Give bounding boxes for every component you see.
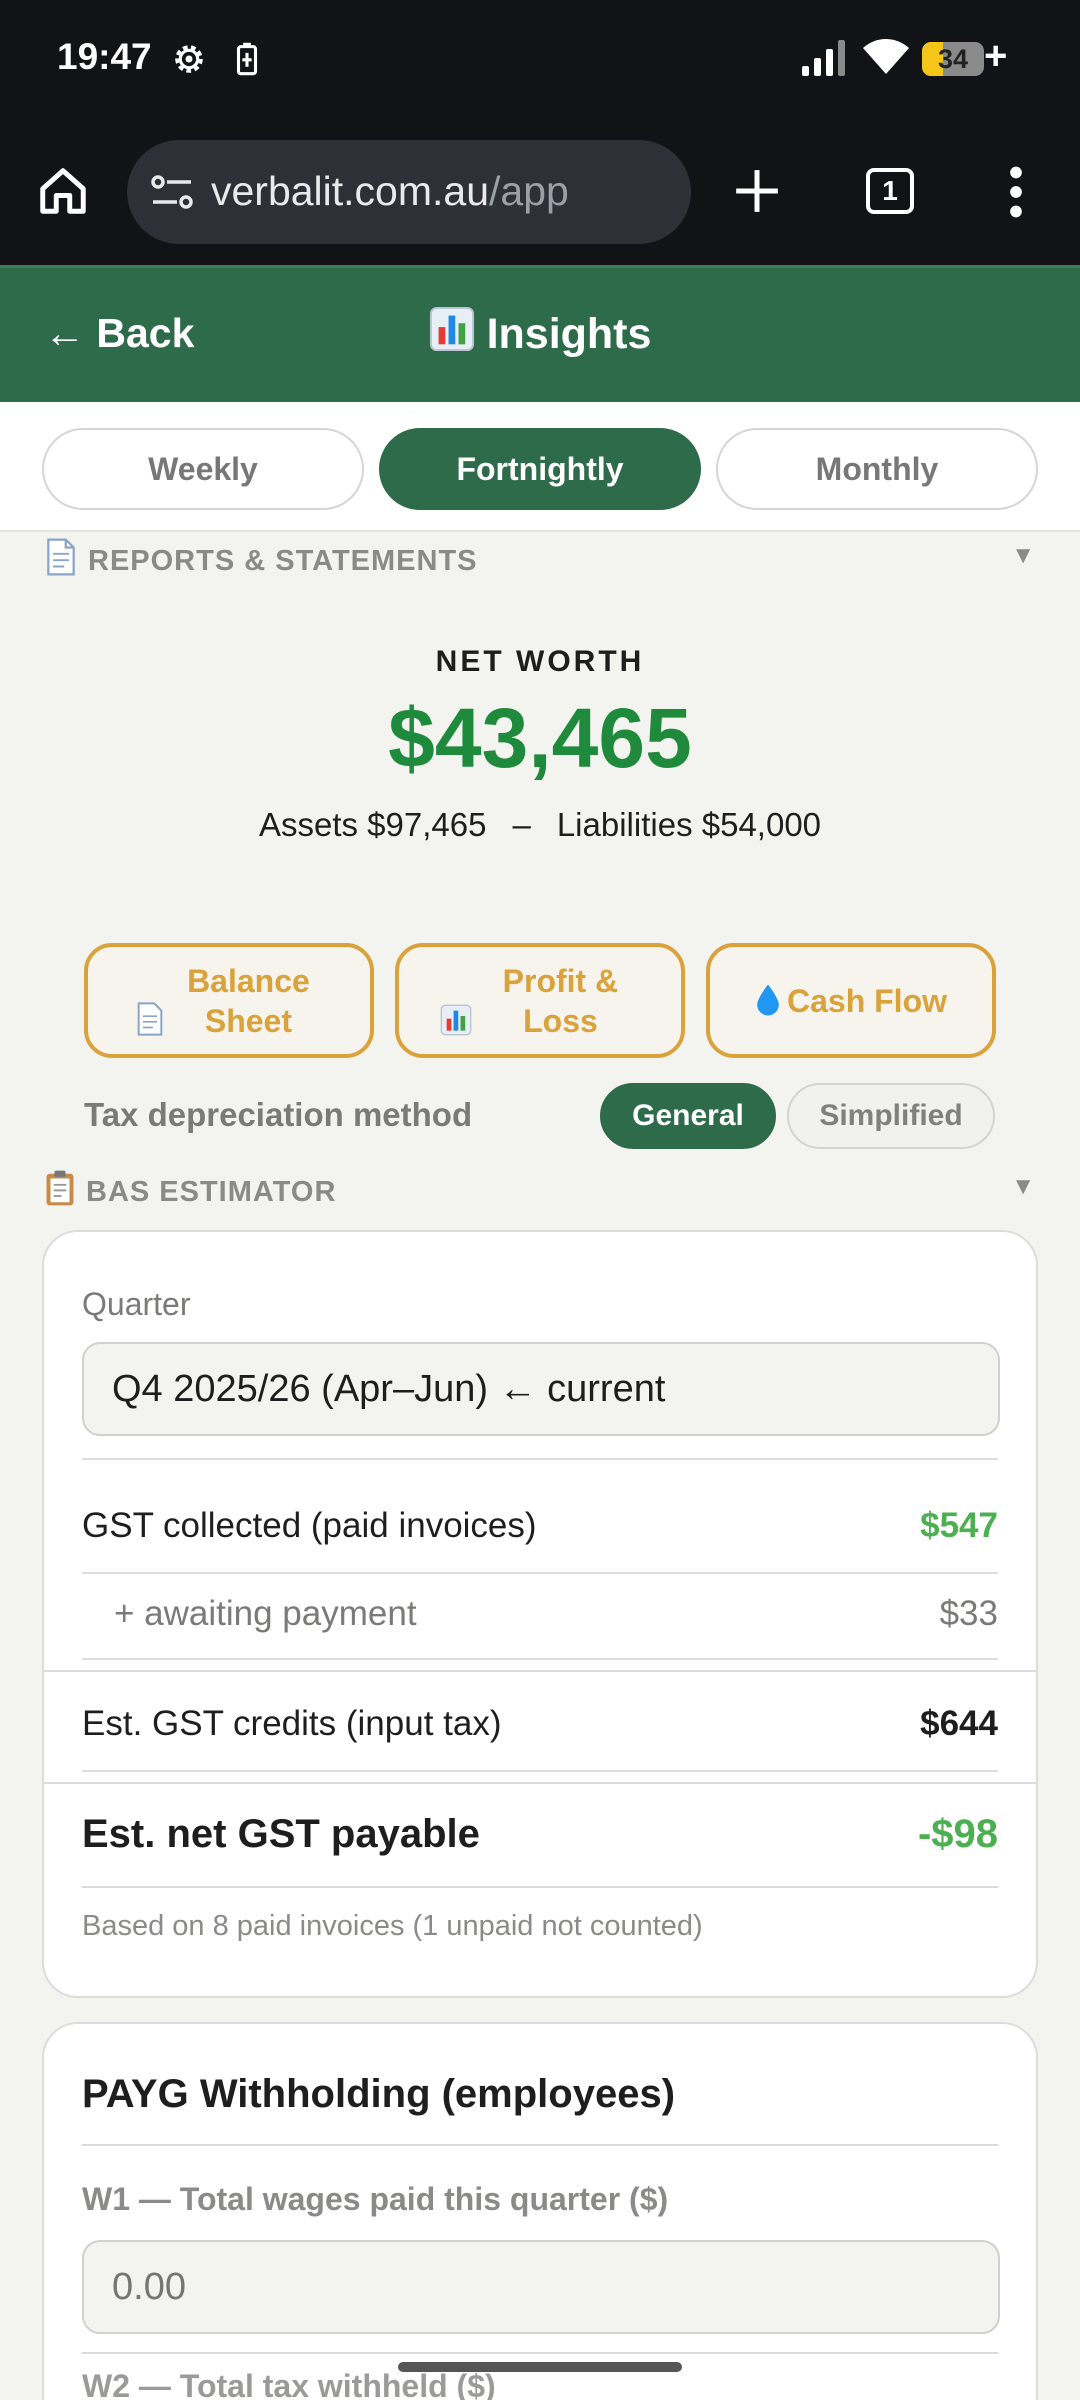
battery-level: 34 [937,44,969,74]
gst-credits-value: $644 [920,1704,998,1743]
address-bar[interactable]: verbalit.com.au/app [127,140,691,244]
profit-loss-button-content: Profit & Loss [440,961,641,1041]
cash-flow-button-content: Cash Flow [755,981,947,1021]
url-path: /app [489,168,569,214]
url-text[interactable]: verbalit.com.au/app [211,168,569,215]
new-tab-plus-icon[interactable] [732,166,782,216]
wifi-icon [863,39,909,74]
status-bar: 19:47 34 + [0,0,1080,118]
page-title-text: Insights [486,310,652,358]
breakdown-separator: – [512,806,531,843]
divider [82,1658,998,1660]
url-host: verbalit.com.au [211,168,490,214]
balance-sheet-button[interactable]: Balance Sheet [84,943,374,1058]
gst-credits-label: Est. GST credits (input tax) [82,1704,502,1743]
gesture-home-bar[interactable] [398,2362,682,2372]
period-tabs: Weekly Fortnightly Monthly [0,402,1080,532]
w1-wages-input[interactable] [82,2240,1000,2334]
droplet-icon [757,984,779,1015]
profit-loss-button[interactable]: Profit & Loss [395,943,685,1058]
payg-title: PAYG Withholding (employees) [82,2072,676,2116]
bas-section-title: BAS ESTIMATOR [86,1176,337,1208]
divider [82,1770,998,1772]
divider [44,1670,1036,1672]
more-menu-icon[interactable] [1003,166,1029,218]
net-gst-value: -$98 [917,1812,998,1856]
tax-method-label: Tax depreciation method [84,1096,473,1133]
bar-chart-icon [429,306,474,352]
w2-label: W2 — Total tax withheld ($) [82,2368,496,2400]
awaiting-payment-label: + awaiting payment [114,1594,417,1633]
gst-collected-value: $547 [920,1506,998,1545]
clipboard-icon [46,1170,74,1206]
cash-flow-label: Cash Flow [786,982,947,1019]
divider [82,2352,998,2354]
browser-toolbar: verbalit.com.au/app 1 [0,118,1080,265]
quarter-select[interactable]: Q4 2025/26 (Apr–Jun) ← current [82,1342,1000,1436]
reports-section-header[interactable]: REPORTS & STATEMENTS ▼ [44,538,1036,582]
payg-card: PAYG Withholding (employees) W1 — Total … [42,2022,1038,2400]
site-settings-icon[interactable] [149,172,195,212]
status-time: 19:47 [57,36,152,77]
document-icon [137,1001,162,1036]
balance-sheet-label: Balance Sheet [187,962,310,1039]
battery-icon: 34 [922,42,984,76]
bas-estimator-card: Quarter Q4 2025/26 (Apr–Jun) ← current G… [42,1230,1038,1998]
gst-collected-label: GST collected (paid invoices) [82,1506,537,1545]
home-icon[interactable] [36,164,90,218]
assets-total: Assets $97,465 [258,806,487,843]
divider [44,1782,1036,1784]
reports-section-title: REPORTS & STATEMENTS [88,545,478,577]
cash-flow-button[interactable]: Cash Flow [706,943,996,1058]
balance-sheet-button-content: Balance Sheet [135,961,324,1041]
quarter-label: Quarter [82,1286,191,1322]
net-worth-label: NET WORTH [435,645,645,678]
document-icon [47,538,75,576]
liabilities-total: Liabilities $54,000 [556,806,822,843]
w1-label: W1 — Total wages paid this quarter ($) [82,2181,669,2217]
bar-chart-icon [440,1004,471,1035]
tab-weekly[interactable]: Weekly [42,428,364,510]
awaiting-payment-value: $33 [939,1594,998,1633]
chevron-down-icon[interactable]: ▼ [1011,1173,1036,1201]
tax-method-general[interactable]: General [600,1083,776,1149]
profit-loss-label: Profit & Loss [502,962,619,1039]
tax-method-simplified[interactable]: Simplified [787,1083,995,1149]
divider [82,2144,998,2146]
net-worth-breakdown: Assets $97,465– Liabilities $54,000 [0,806,1080,844]
net-gst-label: Est. net GST payable [82,1812,480,1856]
charging-indicator: + [984,34,1008,78]
signal-strength-icon [802,40,845,76]
divider [82,1458,998,1460]
chevron-down-icon[interactable]: ▼ [1011,542,1036,570]
divider [82,1886,998,1888]
divider [82,1572,998,1574]
battery-saver-icon [236,42,258,76]
bas-footnote: Based on 8 paid invoices (1 unpaid not c… [82,1910,703,1942]
page-title: Insights [0,306,1080,359]
tab-monthly[interactable]: Monthly [716,428,1038,510]
settings-gear-icon [175,45,203,73]
bas-section-header[interactable]: BAS ESTIMATOR ▼ [44,1169,1036,1213]
tab-fortnightly[interactable]: Fortnightly [379,428,701,510]
net-worth-value: $43,465 [388,691,692,785]
app-header: ← Back Insights [0,265,1080,402]
tab-switcher-button[interactable]: 1 [866,168,914,214]
